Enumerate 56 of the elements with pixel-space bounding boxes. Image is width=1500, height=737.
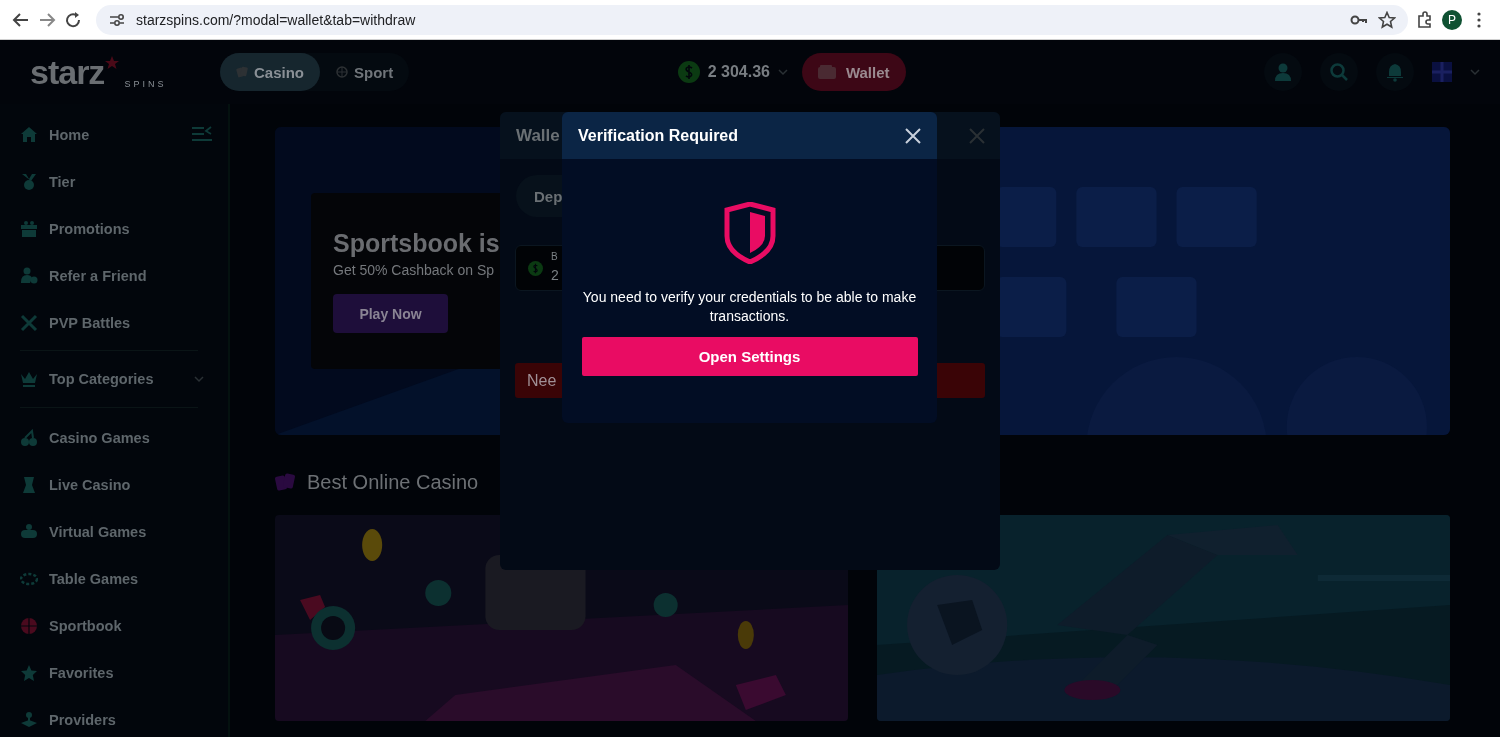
basketball-icon <box>20 616 38 635</box>
sidebar-item[interactable]: Live Casino <box>20 461 228 508</box>
sidebar-item[interactable]: Table Games <box>20 555 228 602</box>
sidebar-item[interactable]: PVP Battles <box>20 299 228 346</box>
logo-subtitle: SPINS <box>124 79 167 89</box>
ball-icon <box>336 66 348 78</box>
nav-tab[interactable]: Sport <box>320 53 410 91</box>
forward-icon[interactable] <box>38 10 56 29</box>
promo-subtitle: Get 50% Cashback on Sp <box>333 262 495 278</box>
sidebar-item[interactable]: Promotions <box>20 205 228 252</box>
sidebar-item[interactable]: Sportbook <box>20 602 228 649</box>
dialog-message: You need to verify your credentials to be able to make transactions. <box>581 288 918 326</box>
star-icon <box>104 55 121 71</box>
shield-icon <box>723 202 776 264</box>
balance-value: 2 <box>551 267 559 283</box>
profile-avatar[interactable]: P <box>1442 9 1462 30</box>
reload-icon[interactable] <box>64 10 82 29</box>
sidebar-item[interactable]: Virtual Games <box>20 508 228 555</box>
cards-icon <box>275 472 295 492</box>
balance-label: B <box>551 251 558 262</box>
balance-amount[interactable]: 2 304.36 <box>707 63 770 81</box>
joystick-icon <box>20 710 38 729</box>
gift-icon <box>20 219 38 238</box>
play-now-button[interactable]: Play Now <box>333 294 448 333</box>
home-icon <box>20 125 38 144</box>
logo-text[interactable]: starz <box>30 55 105 89</box>
medal-icon <box>20 172 38 191</box>
dialog-title: Verification Required <box>578 126 739 145</box>
modal-title: Walle <box>516 125 560 146</box>
chevron-down-icon <box>777 67 788 77</box>
nav-tab[interactable]: Casino <box>220 53 320 91</box>
section-title: Best Online Casino <box>307 470 479 494</box>
bookmark-star-icon[interactable] <box>1378 10 1396 29</box>
cards-icon <box>236 66 248 78</box>
sidebar-item[interactable]: Tier <box>20 158 228 205</box>
back-icon[interactable] <box>12 10 30 29</box>
open-settings-button[interactable]: Open Settings <box>581 337 918 376</box>
crown-icon <box>20 370 38 388</box>
promo-title: Sportsbook is <box>333 229 500 258</box>
users-icon <box>20 266 38 285</box>
sidebar-item[interactable]: Casino Games <box>20 414 228 461</box>
cherries-icon <box>20 428 38 447</box>
section-header[interactable]: Top Categories <box>49 371 183 387</box>
chevron-down-icon <box>194 374 204 384</box>
dollar-icon <box>528 261 543 276</box>
gamepad-icon <box>20 522 38 541</box>
sidebar-item[interactable]: Home <box>20 111 228 158</box>
sidebar-item[interactable]: Providers <box>20 696 228 737</box>
star-icon <box>20 663 38 682</box>
extensions-icon[interactable] <box>1416 10 1434 29</box>
sidebar-item[interactable]: Favorites <box>20 649 228 696</box>
wallet-icon <box>817 65 836 79</box>
chevron-down-icon <box>1470 67 1480 77</box>
dollar-icon <box>677 61 700 83</box>
wallet-button[interactable]: Wallet <box>801 53 906 91</box>
sidebar-item[interactable]: Refer a Friend <box>20 252 228 299</box>
